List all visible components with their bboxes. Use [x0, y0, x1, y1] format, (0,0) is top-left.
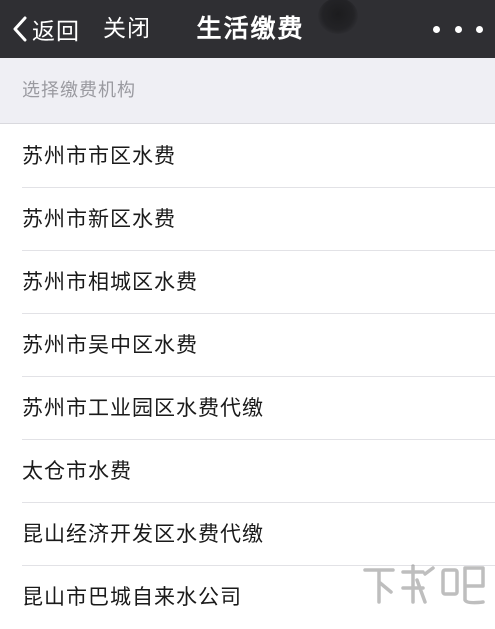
list-item-label: 昆山经济开发区水费代缴 — [22, 522, 264, 546]
more-menu-button[interactable] — [433, 18, 483, 40]
list-item[interactable]: 昆山经济开发区水费代缴 — [0, 503, 495, 566]
list-item-label: 苏州市吴中区水费 — [22, 333, 198, 357]
list-item[interactable]: 苏州市吴中区水费 — [0, 314, 495, 377]
ellipsis-dot — [454, 25, 462, 33]
close-button[interactable]: 关闭 — [103, 0, 151, 58]
floating-assistive-touch-icon[interactable] — [318, 0, 358, 34]
list-item[interactable]: 苏州市相城区水费 — [0, 251, 495, 314]
list-item-label: 昆山市巴城自来水公司 — [22, 585, 242, 609]
ellipsis-dot — [476, 25, 483, 33]
list-item[interactable]: 太仓市水费 — [0, 440, 495, 503]
ellipsis-horizontal-icon — [433, 25, 440, 33]
page-title: 生活缴费 — [196, 14, 305, 43]
list-item-label: 苏州市新区水费 — [22, 207, 176, 231]
back-button[interactable]: 返回 — [12, 0, 80, 58]
site-watermark-logo — [363, 564, 485, 605]
list-item[interactable]: 苏州市新区水费 — [0, 188, 495, 251]
top-navbar: 返回 关闭 生活缴费 — [0, 0, 495, 58]
section-header-label: 选择缴费机构 — [22, 80, 136, 101]
list-item-label: 太仓市水费 — [22, 459, 132, 483]
list-item-label: 苏州市工业园区水费代缴 — [22, 396, 264, 420]
section-header: 选择缴费机构 — [0, 58, 495, 124]
list-item-label: 苏州市市区水费 — [22, 144, 176, 168]
institution-list: 苏州市市区水费 苏州市新区水费 苏州市相城区水费 苏州市吴中区水费 苏州市工业园… — [0, 125, 495, 629]
chevron-left-icon — [13, 16, 27, 42]
list-item[interactable]: 苏州市工业园区水费代缴 — [0, 377, 495, 440]
back-label: 返回 — [32, 19, 80, 45]
list-item[interactable]: 苏州市市区水费 — [0, 125, 495, 188]
list-item-label: 苏州市相城区水费 — [22, 270, 198, 294]
